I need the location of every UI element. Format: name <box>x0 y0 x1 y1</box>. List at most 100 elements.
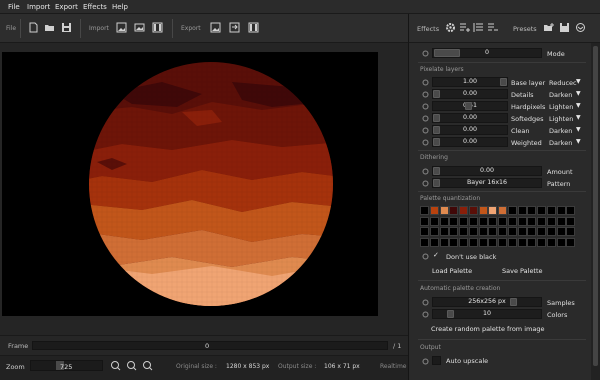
add-preset-icon[interactable] <box>543 22 554 33</box>
palette-swatch[interactable] <box>439 206 449 215</box>
checkmark-icon[interactable]: ✓ <box>433 251 439 259</box>
save-preset-icon[interactable] <box>559 22 570 33</box>
hardpixels-blend[interactable]: Lighten <box>549 103 573 111</box>
samples-field[interactable]: 256x256 px <box>432 297 542 307</box>
palette-swatch[interactable] <box>498 216 507 226</box>
chevron-down-icon[interactable]: ▼ <box>576 78 581 85</box>
effect-list-icon[interactable] <box>473 22 484 33</box>
import-sequence-icon[interactable] <box>134 22 145 33</box>
auto-upscale-label[interactable]: Auto upscale <box>446 357 488 365</box>
reset-icon[interactable] <box>422 115 429 122</box>
palette-swatch[interactable] <box>537 227 546 236</box>
palette-swatch[interactable] <box>449 237 459 247</box>
dithering-amount-slider-handle[interactable] <box>433 167 440 175</box>
chevron-down-icon[interactable]: ▼ <box>576 126 581 133</box>
reset-icon[interactable] <box>422 253 429 260</box>
palette-swatch[interactable] <box>420 216 429 226</box>
palette-swatch[interactable] <box>507 237 517 247</box>
palette-swatch[interactable] <box>507 206 517 215</box>
weighted-slider-handle[interactable] <box>433 138 440 146</box>
menu-export[interactable]: Export <box>55 3 78 11</box>
frame-slider[interactable] <box>32 341 388 350</box>
save-palette-button[interactable]: Save Palette <box>502 267 543 275</box>
reset-icon[interactable] <box>422 50 429 57</box>
reset-icon[interactable] <box>422 311 429 318</box>
reset-icon[interactable] <box>422 168 429 175</box>
add-effect-icon[interactable] <box>459 22 470 33</box>
import-image-icon[interactable] <box>116 22 127 33</box>
softedges-slider-handle[interactable] <box>433 114 440 122</box>
import-video-icon[interactable] <box>152 22 163 33</box>
palette-swatch[interactable] <box>556 216 566 226</box>
palette-swatch[interactable] <box>488 216 498 226</box>
palette-swatch[interactable] <box>439 237 449 247</box>
dithering-pattern-field[interactable]: Bayer 16x16 <box>432 178 542 188</box>
panel-scrollbar-thumb[interactable] <box>593 46 598 366</box>
mode-slider-handle[interactable] <box>434 49 460 57</box>
reset-icon[interactable] <box>422 79 429 86</box>
clean-field[interactable]: 0.00 <box>432 125 508 135</box>
palette-swatch[interactable] <box>546 206 556 215</box>
palette-swatch[interactable] <box>420 227 429 236</box>
preset-menu-icon[interactable] <box>575 22 586 33</box>
palette-swatch[interactable] <box>459 206 468 215</box>
palette-swatch[interactable] <box>566 216 576 226</box>
palette-swatch[interactable] <box>556 206 566 215</box>
reset-icon[interactable] <box>422 127 429 134</box>
base-layer-slider-handle[interactable] <box>500 78 507 86</box>
palette-swatch[interactable] <box>420 237 429 247</box>
palette-swatch[interactable] <box>429 227 439 236</box>
zoom-out-icon[interactable] <box>142 360 153 371</box>
details-field[interactable]: 0.00 <box>432 89 508 99</box>
export-video-icon[interactable] <box>248 22 259 33</box>
menu-effects[interactable]: Effects <box>83 3 107 11</box>
reset-icon[interactable] <box>422 180 429 187</box>
dithering-pattern-slider-handle[interactable] <box>433 179 440 187</box>
reset-icon[interactable] <box>422 139 429 146</box>
palette-swatch[interactable] <box>449 227 459 236</box>
palette-swatch[interactable] <box>498 227 507 236</box>
palette-swatch[interactable] <box>517 216 527 226</box>
palette-swatch[interactable] <box>459 237 468 247</box>
auto-upscale-checkbox[interactable] <box>432 356 441 365</box>
chevron-down-icon[interactable]: ▼ <box>576 90 581 97</box>
palette-swatch[interactable] <box>439 227 449 236</box>
reset-icon[interactable] <box>422 103 429 110</box>
palette-swatch[interactable] <box>449 216 459 226</box>
palette-swatch[interactable] <box>556 227 566 236</box>
palette-swatch[interactable] <box>488 237 498 247</box>
export-image-icon[interactable] <box>210 22 221 33</box>
base-layer-field[interactable]: 1.00 <box>432 77 508 87</box>
weighted-field[interactable]: 0.00 <box>432 137 508 147</box>
palette-swatch[interactable] <box>468 216 478 226</box>
palette-swatch[interactable] <box>546 227 556 236</box>
dithering-amount-field[interactable]: 0.00 <box>432 166 542 176</box>
chevron-down-icon[interactable]: ▼ <box>576 138 581 145</box>
palette-swatch[interactable] <box>537 206 546 215</box>
reset-icon[interactable] <box>422 358 429 365</box>
base-layer-blend[interactable]: Reducec <box>549 79 577 87</box>
softedges-blend[interactable]: Lighten <box>549 115 573 123</box>
palette-swatch[interactable] <box>556 237 566 247</box>
palette-swatch[interactable] <box>439 216 449 226</box>
palette-swatch[interactable] <box>566 206 576 215</box>
reset-icon[interactable] <box>422 91 429 98</box>
create-random-palette-button[interactable]: Create random palette from image <box>431 325 544 333</box>
palette-swatch[interactable] <box>527 216 537 226</box>
palette-swatch[interactable] <box>566 237 576 247</box>
palette-swatch[interactable] <box>459 227 468 236</box>
preview-canvas[interactable] <box>2 52 378 316</box>
chevron-down-icon[interactable]: ▼ <box>576 102 581 109</box>
palette-swatch[interactable] <box>488 227 498 236</box>
palette-swatch[interactable] <box>468 206 478 215</box>
clean-slider-handle[interactable] <box>433 126 440 134</box>
palette-swatch[interactable] <box>429 206 439 215</box>
palette-swatch[interactable] <box>507 227 517 236</box>
gear-icon[interactable] <box>445 22 456 33</box>
weighted-blend[interactable]: Darken <box>549 139 572 147</box>
zoom-in-icon[interactable] <box>110 360 121 371</box>
load-palette-button[interactable]: Load Palette <box>432 267 472 275</box>
palette-swatch[interactable] <box>468 237 478 247</box>
dont-use-black-label[interactable]: Don't use black <box>446 253 496 261</box>
palette-swatch[interactable] <box>449 206 459 215</box>
